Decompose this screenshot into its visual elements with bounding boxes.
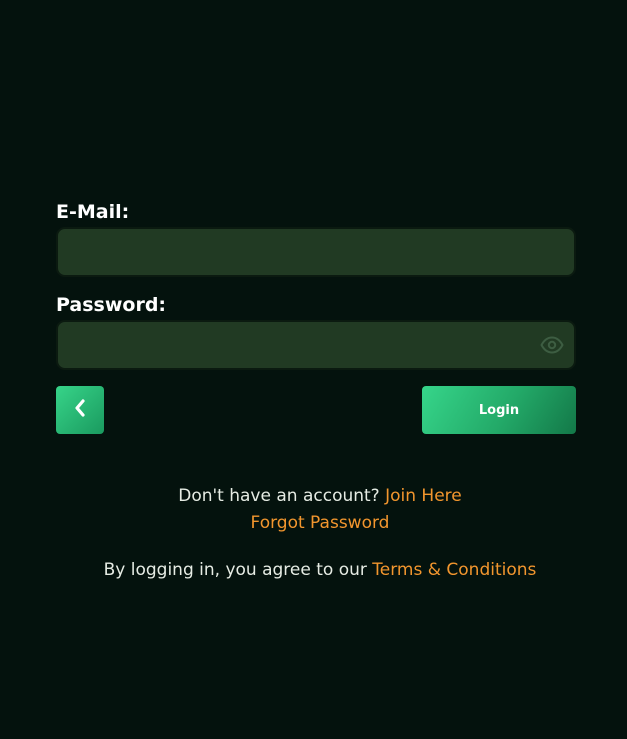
auth-links: Don't have an account? Join Here Forgot …	[0, 483, 627, 584]
no-account-text: Don't have an account?	[178, 486, 380, 506]
email-field-wrapper	[56, 227, 576, 277]
forgot-password-link[interactable]: Forgot Password	[251, 513, 390, 533]
password-label: Password:	[56, 294, 167, 316]
email-field[interactable]	[58, 229, 574, 275]
back-button[interactable]	[56, 386, 104, 434]
forgot-password-row: Forgot Password	[0, 510, 627, 537]
password-field[interactable]	[58, 322, 574, 368]
agree-text: By logging in, you agree to our	[103, 560, 367, 580]
terms-notice: By logging in, you agree to our Terms & …	[0, 557, 627, 584]
eye-icon[interactable]	[540, 333, 564, 357]
login-form: E-Mail: Password: Login	[56, 199, 576, 434]
password-field-wrapper	[56, 320, 576, 370]
button-row: Login	[56, 386, 576, 434]
join-here-link[interactable]: Join Here	[385, 486, 462, 506]
login-button[interactable]: Login	[422, 386, 576, 434]
terms-link[interactable]: Terms & Conditions	[372, 560, 536, 580]
login-page: E-Mail: Password: Login Don't have an ac…	[0, 0, 627, 739]
email-label: E-Mail:	[56, 201, 130, 223]
signup-prompt: Don't have an account? Join Here	[0, 483, 627, 510]
chevron-left-icon	[73, 399, 87, 421]
